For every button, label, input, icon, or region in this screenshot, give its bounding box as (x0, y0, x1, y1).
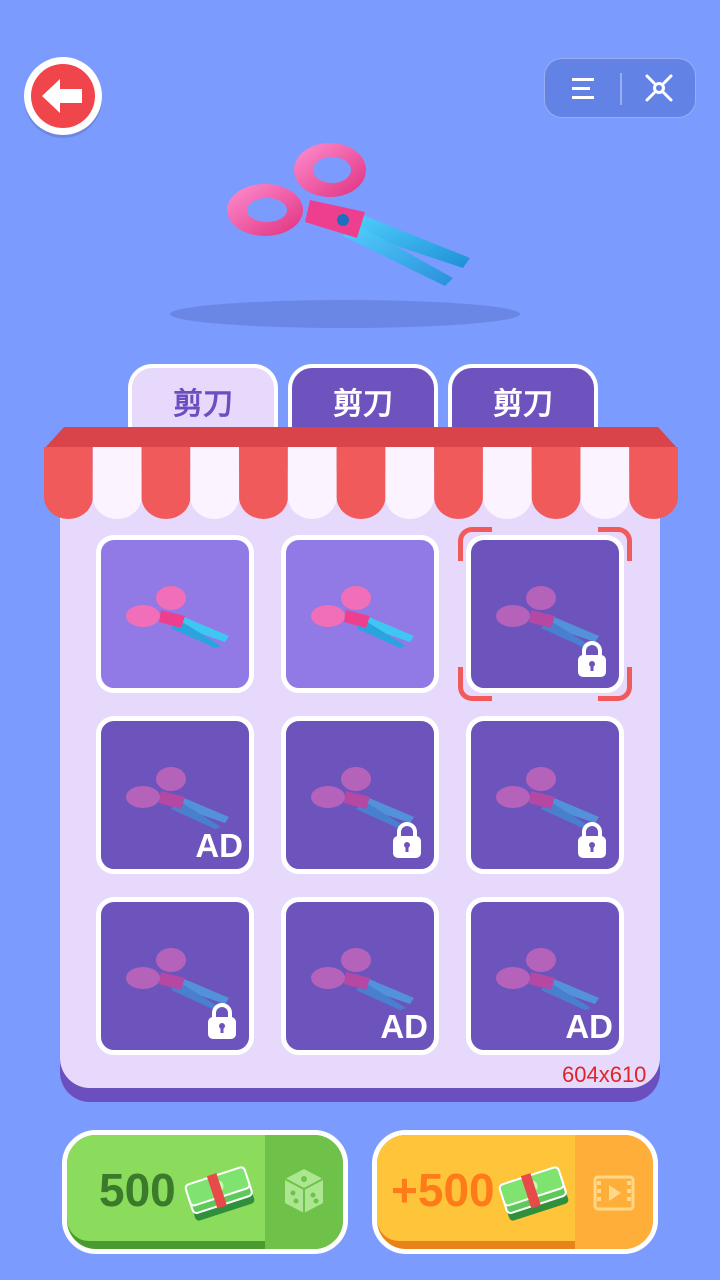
scissors-icon (496, 948, 599, 1010)
cash-icon (184, 1166, 255, 1221)
scissors-icon (126, 948, 229, 1010)
ad-reward-amount: +500 (391, 1164, 495, 1216)
buy-price: 500 (99, 1164, 176, 1216)
shop-item-1[interactable] (96, 535, 254, 693)
ad-badge: AD (195, 827, 243, 864)
shop-awning (44, 427, 678, 519)
shop-item-2[interactable] (281, 535, 439, 693)
scissors-icon (311, 948, 414, 1010)
lock-icon (393, 822, 421, 858)
scissors-icon (496, 767, 599, 829)
tab-scissors-2[interactable]: 剪刀 (288, 364, 438, 434)
lock-icon (208, 1003, 236, 1039)
close-icon[interactable] (622, 59, 696, 117)
shop-item-9[interactable]: AD (466, 897, 624, 1055)
back-arrow-icon (42, 79, 82, 113)
selection-corner (598, 527, 632, 561)
scissors-icon (126, 767, 229, 829)
watch-ad-reward-button[interactable]: +500 (372, 1130, 658, 1254)
ad-badge: AD (380, 1008, 428, 1045)
scissors-icon (126, 586, 229, 648)
hero-scissors-icon (227, 143, 470, 286)
back-button[interactable] (24, 57, 102, 135)
buy-random-button[interactable]: 500 (62, 1130, 348, 1254)
shop-item-8[interactable]: AD (281, 897, 439, 1055)
shop-item-4[interactable]: AD (96, 716, 254, 874)
debug-size-label: 604x610 (562, 1062, 647, 1087)
scissors-icon (496, 586, 599, 648)
selection-corner (458, 667, 492, 701)
menu-icon[interactable] (545, 59, 621, 117)
shop-item-6[interactable] (466, 716, 624, 874)
scissors-icon (311, 767, 414, 829)
hero-shadow (170, 300, 520, 328)
cash-icon (498, 1166, 569, 1221)
selection-corner (598, 667, 632, 701)
scissors-icon (311, 586, 414, 648)
ad-badge: AD (565, 1008, 613, 1045)
mini-program-capsule (544, 58, 696, 118)
shop-item-7[interactable] (96, 897, 254, 1055)
dice-icon (265, 1135, 343, 1249)
tab-scissors-1[interactable]: 剪刀 (128, 364, 278, 434)
shop-item-5[interactable] (281, 716, 439, 874)
tab-scissors-3[interactable]: 剪刀 (448, 364, 598, 434)
selection-corner (458, 527, 492, 561)
video-icon (575, 1135, 653, 1249)
lock-icon (578, 822, 606, 858)
